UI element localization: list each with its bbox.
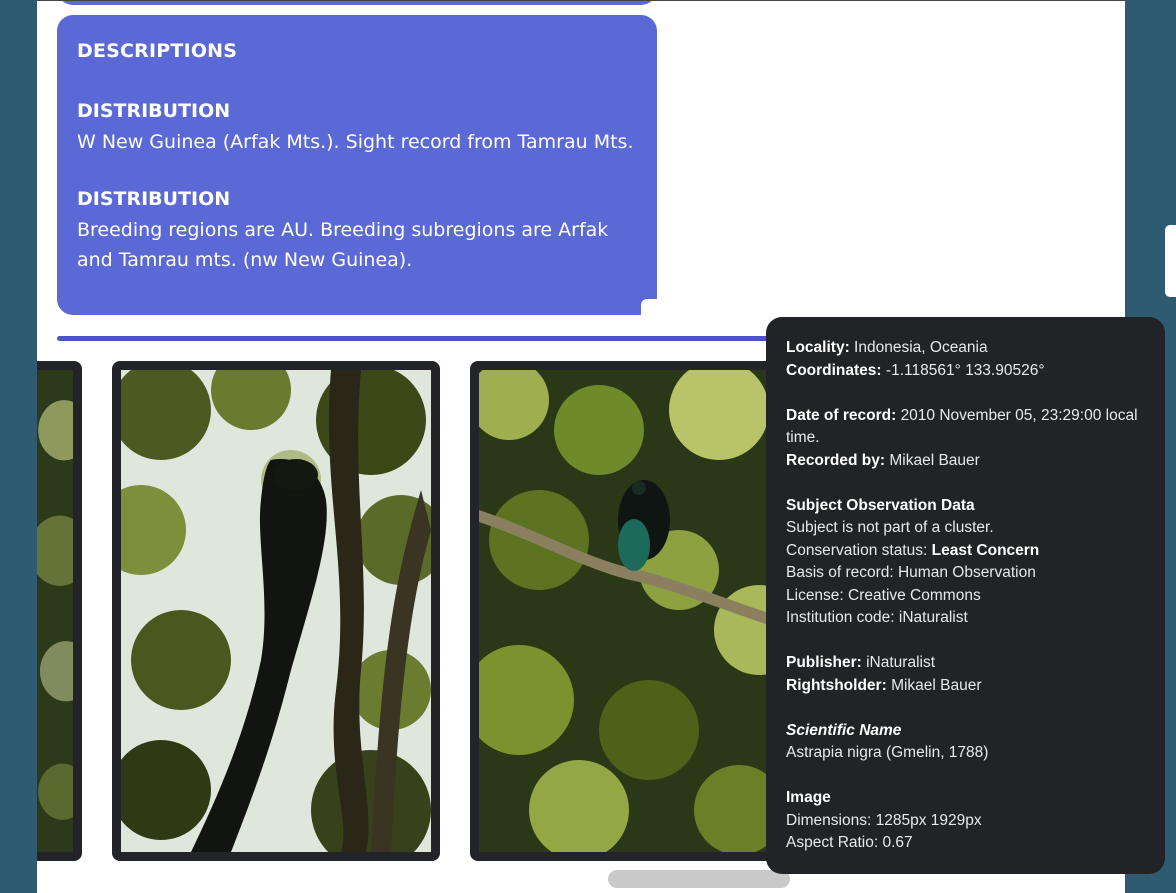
date-row: Date of record: 2010 November 05, 23:29:… (786, 405, 1145, 450)
rightsholder-value: Mikael Bauer (891, 676, 982, 694)
institution-text: Institution code: iNaturalist (786, 609, 968, 626)
basis-text: Basis of record: Human Observation (786, 564, 1036, 581)
photo-bird-foliage[interactable] (479, 370, 789, 852)
descriptions-title: DESCRIPTIONS (77, 40, 238, 62)
dimensions-text: Dimensions: 1285px 1929px (786, 811, 982, 829)
photo-card-1[interactable] (112, 361, 440, 861)
scientific-value: Astrapia nigra (Gmelin, 1788) (786, 744, 989, 761)
photo-card-previous[interactable] (37, 361, 82, 861)
rightsholder-label: Rightsholder: (786, 676, 887, 694)
conservation-label: Conservation status: (786, 541, 928, 559)
conservation-value: Least Concern (931, 541, 1040, 559)
locality-value: Indonesia, Oceania (854, 339, 988, 356)
publisher-value: iNaturalist (866, 654, 936, 671)
locality-label: Locality: (786, 339, 850, 356)
publisher-row: Publisher: iNaturalist (786, 652, 1145, 675)
scientific-heading: Scientific Name (786, 721, 902, 739)
aspect-text: Aspect Ratio: 0.67 (786, 834, 913, 851)
distribution-text-2: Breeding regions are AU. Breeding subreg… (77, 219, 609, 271)
recorded-by-value: Mikael Bauer (889, 451, 980, 469)
coordinates-value: -1.118561° 133.90526° (885, 361, 1045, 379)
publisher-label: Publisher: (786, 654, 862, 671)
photo-previous[interactable] (37, 370, 73, 852)
coordinates-row: Coordinates: -1.118561° 133.90526° (786, 360, 1145, 383)
distribution-text-1: W New Guinea (Arfak Mts.). Sight record … (77, 131, 634, 153)
recorded-by-label: Recorded by: (786, 451, 886, 469)
subject-heading: Subject Observation Data (786, 496, 975, 514)
coordinates-label: Coordinates: (786, 361, 882, 379)
horizontal-scrollbar[interactable] (608, 870, 790, 888)
distribution-heading-2: DISTRIBUTION (77, 188, 231, 210)
image-heading: Image (786, 789, 831, 806)
rightsholder-row: Rightsholder: Mikael Bauer (786, 675, 1145, 698)
descriptions-card: DESCRIPTIONS DISTRIBUTION W New Guinea (… (57, 15, 657, 315)
date-label: Date of record: (786, 406, 897, 424)
photo-bird-silhouette[interactable] (121, 370, 431, 852)
distribution-heading-1: DISTRIBUTION (77, 100, 231, 122)
card-corner-notch (641, 299, 657, 315)
observation-tooltip: Locality: Indonesia, Oceania Coordinates… (766, 317, 1165, 874)
vertical-scrollbar[interactable] (1165, 225, 1176, 297)
cluster-text: Subject is not part of a cluster. (786, 519, 994, 536)
previous-card (57, 1, 657, 5)
photo-card-2[interactable] (470, 361, 798, 861)
license-text: License: Creative Commons (786, 586, 981, 604)
section-divider (57, 336, 817, 341)
recorded-by-row: Recorded by: Mikael Bauer (786, 450, 1145, 473)
conservation-row: Conservation status: Least Concern (786, 540, 1145, 563)
locality-row: Locality: Indonesia, Oceania (786, 337, 1145, 360)
